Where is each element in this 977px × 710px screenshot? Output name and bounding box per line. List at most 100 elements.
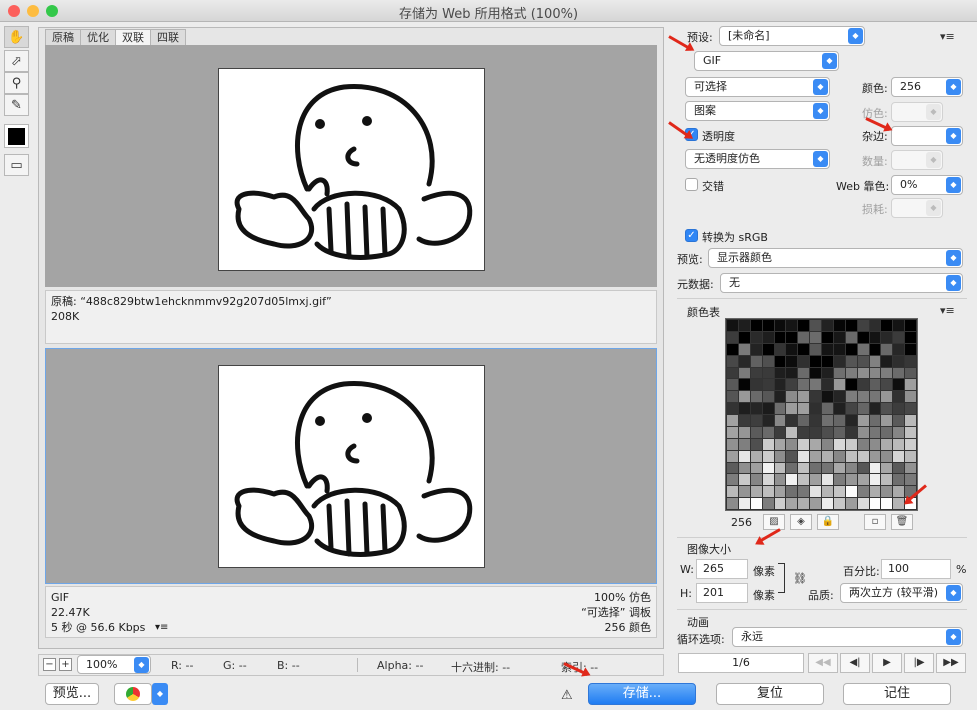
- color-swatch[interactable]: [798, 391, 810, 403]
- interlaced-checkbox[interactable]: [685, 178, 698, 191]
- color-swatch[interactable]: [833, 474, 845, 486]
- tab-2up[interactable]: 双联: [115, 29, 151, 45]
- color-swatch[interactable]: [786, 391, 798, 403]
- color-swatch[interactable]: [727, 415, 738, 426]
- color-swatch[interactable]: [905, 462, 916, 474]
- color-swatch[interactable]: [727, 403, 738, 414]
- slice-select-tool-icon[interactable]: ⬀: [4, 50, 29, 72]
- color-swatch[interactable]: [750, 391, 762, 403]
- color-swatch[interactable]: [881, 403, 893, 414]
- color-swatch[interactable]: [762, 367, 774, 379]
- remember-button[interactable]: 记住: [843, 683, 951, 705]
- color-swatch[interactable]: [905, 403, 916, 414]
- color-swatch[interactable]: [869, 415, 881, 426]
- color-swatch[interactable]: [786, 320, 798, 331]
- color-swatch[interactable]: [750, 367, 762, 379]
- color-swatch[interactable]: [798, 462, 810, 474]
- color-swatch[interactable]: [727, 355, 738, 367]
- color-swatch[interactable]: [905, 367, 916, 379]
- color-swatch[interactable]: [822, 379, 833, 391]
- lossy-select[interactable]: ◆: [891, 198, 943, 218]
- color-swatch[interactable]: [845, 498, 857, 509]
- color-swatch[interactable]: [833, 355, 845, 367]
- eyedropper-color-swatch[interactable]: [4, 124, 29, 148]
- color-swatch[interactable]: [822, 438, 833, 450]
- color-swatch[interactable]: [881, 379, 893, 391]
- color-swatch[interactable]: [822, 474, 833, 486]
- zoom-in-button[interactable]: +: [59, 658, 72, 671]
- color-swatch[interactable]: [786, 331, 798, 343]
- color-swatch[interactable]: [786, 379, 798, 391]
- reduction-select[interactable]: 可选择 ◆: [685, 77, 830, 97]
- color-swatch[interactable]: [845, 438, 857, 450]
- color-swatch[interactable]: [738, 331, 750, 343]
- loop-select[interactable]: 永远 ◆: [732, 627, 963, 647]
- color-swatch[interactable]: [845, 367, 857, 379]
- metadata-select[interactable]: 无 ◆: [720, 273, 963, 293]
- color-swatch[interactable]: [833, 391, 845, 403]
- color-swatch[interactable]: [822, 343, 833, 355]
- color-swatch[interactable]: [738, 462, 750, 474]
- color-swatch[interactable]: [905, 355, 916, 367]
- preview-select[interactable]: 显示器颜色 ◆: [708, 248, 963, 268]
- color-swatch[interactable]: [845, 343, 857, 355]
- color-swatch[interactable]: [833, 450, 845, 462]
- color-swatch[interactable]: [881, 426, 893, 438]
- color-swatch[interactable]: [893, 331, 905, 343]
- color-swatch[interactable]: [822, 415, 833, 426]
- color-swatch[interactable]: [786, 486, 798, 498]
- color-swatch[interactable]: [857, 486, 869, 498]
- color-swatch[interactable]: [774, 403, 786, 414]
- color-swatch[interactable]: [845, 379, 857, 391]
- color-swatch[interactable]: [738, 403, 750, 414]
- color-swatch[interactable]: [881, 486, 893, 498]
- last-frame-icon[interactable]: ▶▶: [936, 653, 966, 673]
- color-swatch[interactable]: [857, 462, 869, 474]
- color-swatch[interactable]: [881, 355, 893, 367]
- color-swatch[interactable]: [738, 415, 750, 426]
- color-swatch[interactable]: [905, 379, 916, 391]
- color-swatch[interactable]: [798, 415, 810, 426]
- color-swatch[interactable]: [869, 486, 881, 498]
- color-swatch[interactable]: [881, 331, 893, 343]
- color-swatch[interactable]: [774, 331, 786, 343]
- color-table-grid[interactable]: [725, 318, 918, 511]
- color-swatch[interactable]: [857, 391, 869, 403]
- color-swatch[interactable]: [762, 320, 774, 331]
- color-swatch[interactable]: [762, 391, 774, 403]
- color-swatch[interactable]: [738, 438, 750, 450]
- color-swatch[interactable]: [810, 474, 821, 486]
- color-swatch[interactable]: [738, 486, 750, 498]
- color-swatch[interactable]: [727, 474, 738, 486]
- matte-select[interactable]: ◆: [891, 126, 963, 146]
- color-swatch[interactable]: [810, 367, 821, 379]
- color-swatch[interactable]: [893, 391, 905, 403]
- color-swatch[interactable]: [762, 331, 774, 343]
- color-swatch[interactable]: [881, 498, 893, 509]
- zoom-out-button[interactable]: −: [43, 658, 56, 671]
- color-swatch[interactable]: [869, 403, 881, 414]
- color-swatch[interactable]: [810, 426, 821, 438]
- format-select[interactable]: GIF ◆: [694, 51, 839, 71]
- color-swatch[interactable]: [833, 331, 845, 343]
- color-swatch[interactable]: [750, 331, 762, 343]
- color-swatch[interactable]: [857, 498, 869, 509]
- color-swatch[interactable]: [822, 355, 833, 367]
- color-swatch[interactable]: [786, 438, 798, 450]
- transparency-dither-select[interactable]: 无透明度仿色 ◆: [685, 149, 830, 169]
- color-swatch[interactable]: [893, 474, 905, 486]
- color-swatch[interactable]: [762, 343, 774, 355]
- reset-button[interactable]: 复位: [716, 683, 824, 705]
- color-swatch[interactable]: [893, 426, 905, 438]
- color-swatch[interactable]: [798, 498, 810, 509]
- eyedropper-tool-icon[interactable]: ✎: [4, 94, 29, 116]
- speed-menu-icon[interactable]: ▾≡: [155, 620, 168, 635]
- color-swatch[interactable]: [786, 355, 798, 367]
- color-swatch[interactable]: [798, 379, 810, 391]
- color-swatch[interactable]: [738, 450, 750, 462]
- color-swatch[interactable]: [833, 379, 845, 391]
- color-swatch[interactable]: [857, 367, 869, 379]
- color-swatch[interactable]: [762, 462, 774, 474]
- color-swatch[interactable]: [833, 462, 845, 474]
- color-swatch[interactable]: [810, 391, 821, 403]
